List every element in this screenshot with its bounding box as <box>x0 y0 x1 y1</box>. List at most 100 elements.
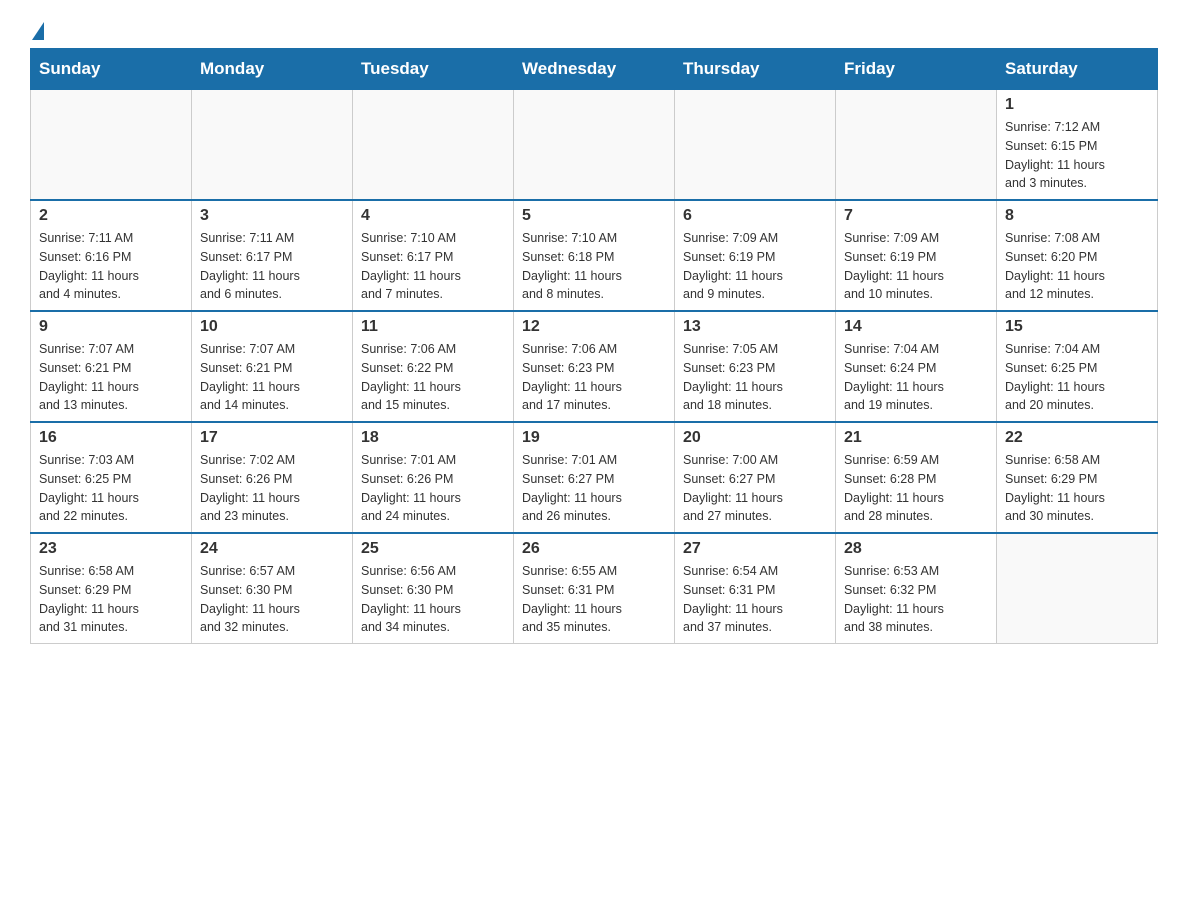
calendar-cell: 14 Sunrise: 7:04 AMSunset: 6:24 PMDayligh… <box>836 311 997 422</box>
calendar-cell: 12 Sunrise: 7:06 AMSunset: 6:23 PMDayligh… <box>514 311 675 422</box>
day-info: Sunrise: 7:10 AMSunset: 6:17 PMDaylight:… <box>361 229 505 304</box>
day-number: 4 <box>361 207 505 225</box>
calendar-cell: 28 Sunrise: 6:53 AMSunset: 6:32 PMDayligh… <box>836 533 997 644</box>
day-info: Sunrise: 7:03 AMSunset: 6:25 PMDaylight:… <box>39 451 183 526</box>
day-info: Sunrise: 7:09 AMSunset: 6:19 PMDaylight:… <box>683 229 827 304</box>
calendar-cell: 3 Sunrise: 7:11 AMSunset: 6:17 PMDaylight… <box>192 200 353 311</box>
day-number: 14 <box>844 318 988 336</box>
calendar-cell: 17 Sunrise: 7:02 AMSunset: 6:26 PMDayligh… <box>192 422 353 533</box>
day-number: 15 <box>1005 318 1149 336</box>
day-info: Sunrise: 6:56 AMSunset: 6:30 PMDaylight:… <box>361 562 505 637</box>
day-info: Sunrise: 7:07 AMSunset: 6:21 PMDaylight:… <box>39 340 183 415</box>
logo-triangle-icon <box>32 22 44 40</box>
day-info: Sunrise: 6:59 AMSunset: 6:28 PMDaylight:… <box>844 451 988 526</box>
calendar-week-2: 2 Sunrise: 7:11 AMSunset: 6:16 PMDaylight… <box>31 200 1158 311</box>
day-info: Sunrise: 7:11 AMSunset: 6:16 PMDaylight:… <box>39 229 183 304</box>
day-number: 3 <box>200 207 344 225</box>
calendar-cell: 5 Sunrise: 7:10 AMSunset: 6:18 PMDaylight… <box>514 200 675 311</box>
day-info: Sunrise: 7:06 AMSunset: 6:23 PMDaylight:… <box>522 340 666 415</box>
day-info: Sunrise: 7:00 AMSunset: 6:27 PMDaylight:… <box>683 451 827 526</box>
calendar-cell <box>836 90 997 201</box>
day-number: 10 <box>200 318 344 336</box>
day-number: 25 <box>361 540 505 558</box>
weekday-header-saturday: Saturday <box>997 49 1158 90</box>
day-info: Sunrise: 6:55 AMSunset: 6:31 PMDaylight:… <box>522 562 666 637</box>
day-info: Sunrise: 7:11 AMSunset: 6:17 PMDaylight:… <box>200 229 344 304</box>
day-info: Sunrise: 7:01 AMSunset: 6:26 PMDaylight:… <box>361 451 505 526</box>
calendar-cell: 15 Sunrise: 7:04 AMSunset: 6:25 PMDayligh… <box>997 311 1158 422</box>
calendar-cell: 6 Sunrise: 7:09 AMSunset: 6:19 PMDaylight… <box>675 200 836 311</box>
calendar-cell: 25 Sunrise: 6:56 AMSunset: 6:30 PMDayligh… <box>353 533 514 644</box>
calendar-week-3: 9 Sunrise: 7:07 AMSunset: 6:21 PMDaylight… <box>31 311 1158 422</box>
day-number: 28 <box>844 540 988 558</box>
calendar-header-row: SundayMondayTuesdayWednesdayThursdayFrid… <box>31 49 1158 90</box>
day-info: Sunrise: 6:58 AMSunset: 6:29 PMDaylight:… <box>39 562 183 637</box>
day-info: Sunrise: 7:06 AMSunset: 6:22 PMDaylight:… <box>361 340 505 415</box>
calendar-cell <box>31 90 192 201</box>
calendar-cell: 24Sunrise: 6:57 AMSunset: 6:30 PMDayligh… <box>192 533 353 644</box>
calendar-cell: 8 Sunrise: 7:08 AMSunset: 6:20 PMDaylight… <box>997 200 1158 311</box>
weekday-header-friday: Friday <box>836 49 997 90</box>
day-info: Sunrise: 7:04 AMSunset: 6:24 PMDaylight:… <box>844 340 988 415</box>
day-info: Sunrise: 7:10 AMSunset: 6:18 PMDaylight:… <box>522 229 666 304</box>
day-number: 7 <box>844 207 988 225</box>
calendar-week-4: 16 Sunrise: 7:03 AMSunset: 6:25 PMDayligh… <box>31 422 1158 533</box>
day-number: 22 <box>1005 429 1149 447</box>
day-info: Sunrise: 6:57 AMSunset: 6:30 PMDaylight:… <box>200 562 344 637</box>
day-number: 17 <box>200 429 344 447</box>
day-number: 12 <box>522 318 666 336</box>
calendar-cell <box>192 90 353 201</box>
calendar-cell <box>353 90 514 201</box>
calendar-cell <box>997 533 1158 644</box>
calendar-cell <box>514 90 675 201</box>
day-number: 5 <box>522 207 666 225</box>
day-number: 16 <box>39 429 183 447</box>
day-info: Sunrise: 7:04 AMSunset: 6:25 PMDaylight:… <box>1005 340 1149 415</box>
calendar-cell <box>675 90 836 201</box>
weekday-header-thursday: Thursday <box>675 49 836 90</box>
calendar-cell: 18 Sunrise: 7:01 AMSunset: 6:26 PMDayligh… <box>353 422 514 533</box>
calendar-cell: 20 Sunrise: 7:00 AMSunset: 6:27 PMDayligh… <box>675 422 836 533</box>
day-info: Sunrise: 6:54 AMSunset: 6:31 PMDaylight:… <box>683 562 827 637</box>
day-number: 21 <box>844 429 988 447</box>
day-number: 20 <box>683 429 827 447</box>
calendar-cell: 21 Sunrise: 6:59 AMSunset: 6:28 PMDayligh… <box>836 422 997 533</box>
weekday-header-sunday: Sunday <box>31 49 192 90</box>
calendar-cell: 27Sunrise: 6:54 AMSunset: 6:31 PMDayligh… <box>675 533 836 644</box>
day-info: Sunrise: 6:58 AMSunset: 6:29 PMDaylight:… <box>1005 451 1149 526</box>
logo <box>30 20 44 38</box>
day-number: 6 <box>683 207 827 225</box>
day-info: Sunrise: 6:53 AMSunset: 6:32 PMDaylight:… <box>844 562 988 637</box>
day-info: Sunrise: 7:08 AMSunset: 6:20 PMDaylight:… <box>1005 229 1149 304</box>
calendar-table: SundayMondayTuesdayWednesdayThursdayFrid… <box>30 48 1158 644</box>
day-number: 1 <box>1005 96 1149 114</box>
weekday-header-wednesday: Wednesday <box>514 49 675 90</box>
calendar-cell: 7 Sunrise: 7:09 AMSunset: 6:19 PMDaylight… <box>836 200 997 311</box>
day-info: Sunrise: 7:12 AMSunset: 6:15 PMDaylight:… <box>1005 118 1149 193</box>
calendar-cell: 22 Sunrise: 6:58 AMSunset: 6:29 PMDayligh… <box>997 422 1158 533</box>
day-info: Sunrise: 7:02 AMSunset: 6:26 PMDaylight:… <box>200 451 344 526</box>
calendar-cell: 16 Sunrise: 7:03 AMSunset: 6:25 PMDayligh… <box>31 422 192 533</box>
day-number: 11 <box>361 318 505 336</box>
day-number: 23 <box>39 540 183 558</box>
calendar-cell: 13Sunrise: 7:05 AMSunset: 6:23 PMDayligh… <box>675 311 836 422</box>
calendar-cell: 9 Sunrise: 7:07 AMSunset: 6:21 PMDaylight… <box>31 311 192 422</box>
day-number: 9 <box>39 318 183 336</box>
calendar-cell: 4 Sunrise: 7:10 AMSunset: 6:17 PMDaylight… <box>353 200 514 311</box>
calendar-cell: 19Sunrise: 7:01 AMSunset: 6:27 PMDayligh… <box>514 422 675 533</box>
weekday-header-tuesday: Tuesday <box>353 49 514 90</box>
day-info: Sunrise: 7:07 AMSunset: 6:21 PMDaylight:… <box>200 340 344 415</box>
calendar-week-1: 1 Sunrise: 7:12 AMSunset: 6:15 PMDaylight… <box>31 90 1158 201</box>
weekday-header-monday: Monday <box>192 49 353 90</box>
day-info: Sunrise: 7:01 AMSunset: 6:27 PMDaylight:… <box>522 451 666 526</box>
day-number: 8 <box>1005 207 1149 225</box>
page-header <box>30 20 1158 38</box>
calendar-cell: 2 Sunrise: 7:11 AMSunset: 6:16 PMDaylight… <box>31 200 192 311</box>
day-number: 2 <box>39 207 183 225</box>
day-number: 18 <box>361 429 505 447</box>
day-number: 26 <box>522 540 666 558</box>
calendar-cell: 23 Sunrise: 6:58 AMSunset: 6:29 PMDayligh… <box>31 533 192 644</box>
calendar-week-5: 23 Sunrise: 6:58 AMSunset: 6:29 PMDayligh… <box>31 533 1158 644</box>
day-info: Sunrise: 7:09 AMSunset: 6:19 PMDaylight:… <box>844 229 988 304</box>
day-number: 13 <box>683 318 827 336</box>
